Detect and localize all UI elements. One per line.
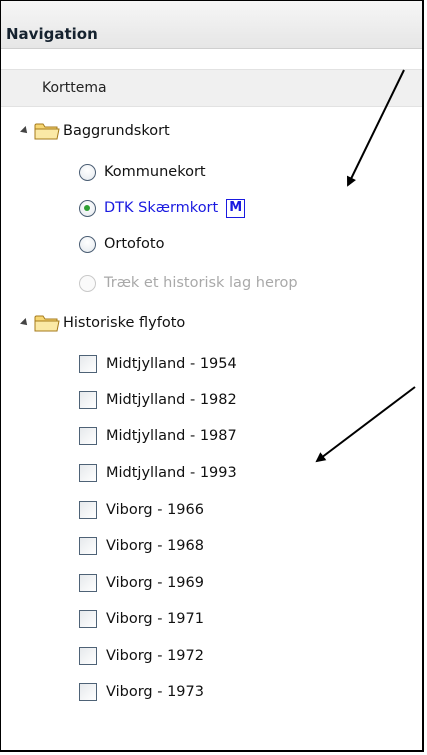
layer-checkbox-row[interactable]: Viborg - 1969 bbox=[79, 571, 204, 595]
checkbox[interactable] bbox=[79, 391, 97, 409]
option-label: Kommunekort bbox=[104, 164, 206, 180]
layer-checkbox-row[interactable]: Midtjylland - 1993 bbox=[79, 461, 237, 485]
layer-label: Midtjylland - 1954 bbox=[106, 356, 237, 372]
checkbox[interactable] bbox=[79, 501, 97, 519]
tree-group-baggrundskort[interactable]: Baggrundskort bbox=[20, 119, 170, 143]
tree-group-historiske-flyfoto[interactable]: Historiske flyfoto bbox=[20, 311, 186, 335]
layer-label: Viborg - 1966 bbox=[106, 502, 204, 518]
panel-header: Navigation bbox=[1, 1, 422, 49]
layer-label: Midtjylland - 1982 bbox=[106, 392, 237, 408]
group-label: Baggrundskort bbox=[63, 123, 170, 139]
layer-checkbox-row[interactable]: Midtjylland - 1954 bbox=[79, 352, 237, 376]
radio-option-ortofoto[interactable]: Ortofoto bbox=[79, 232, 164, 256]
radio-button[interactable] bbox=[79, 235, 96, 253]
checkbox[interactable] bbox=[79, 427, 97, 445]
layer-checkbox-row[interactable]: Midtjylland - 1987 bbox=[79, 424, 237, 448]
section-label: Korttema bbox=[42, 80, 107, 96]
layer-checkbox-row[interactable]: Viborg - 1973 bbox=[79, 680, 204, 704]
layer-label: Viborg - 1972 bbox=[106, 648, 204, 664]
layer-label: Viborg - 1973 bbox=[106, 684, 204, 700]
folder-icon bbox=[34, 315, 60, 332]
option-label: Træk et historisk lag herop bbox=[104, 275, 298, 291]
radio-button-disabled bbox=[79, 274, 96, 292]
checkbox[interactable] bbox=[79, 574, 97, 592]
m-badge-icon[interactable]: M bbox=[226, 198, 246, 218]
option-label: DTK Skærmkort bbox=[104, 200, 219, 216]
radio-button[interactable] bbox=[79, 163, 96, 181]
checkbox[interactable] bbox=[79, 537, 97, 555]
expand-arrow-icon[interactable] bbox=[20, 318, 30, 328]
folder-icon bbox=[34, 123, 60, 140]
layer-label: Midtjylland - 1987 bbox=[106, 428, 237, 444]
section-header-korttema[interactable]: Korttema bbox=[1, 69, 422, 107]
layer-checkbox-row[interactable]: Viborg - 1972 bbox=[79, 644, 204, 668]
layer-checkbox-row[interactable]: Viborg - 1966 bbox=[79, 498, 204, 522]
checkbox[interactable] bbox=[79, 683, 97, 701]
radio-option-kommunekort[interactable]: Kommunekort bbox=[79, 160, 206, 184]
layer-label: Midtjylland - 1993 bbox=[106, 465, 237, 481]
radio-button-selected[interactable] bbox=[79, 199, 96, 217]
layer-label: Viborg - 1968 bbox=[106, 538, 204, 554]
panel-title: Navigation bbox=[6, 25, 98, 43]
group-label: Historiske flyfoto bbox=[63, 315, 186, 331]
layer-checkbox-row[interactable]: Midtjylland - 1982 bbox=[79, 388, 237, 412]
layer-checkbox-row[interactable]: Viborg - 1971 bbox=[79, 607, 204, 631]
checkbox[interactable] bbox=[79, 464, 97, 482]
checkbox[interactable] bbox=[79, 610, 97, 628]
radio-option-dtk-skaermkort[interactable]: DTK Skærmkort M bbox=[79, 196, 246, 220]
layer-checkbox-row[interactable]: Viborg - 1968 bbox=[79, 534, 204, 558]
navigation-panel: Navigation Korttema Baggrundskort Kommun… bbox=[0, 0, 424, 752]
option-label: Ortofoto bbox=[104, 236, 165, 252]
expand-arrow-icon[interactable] bbox=[20, 126, 30, 136]
radio-option-placeholder: Træk et historisk lag herop bbox=[79, 271, 298, 295]
checkbox[interactable] bbox=[79, 647, 97, 665]
checkbox[interactable] bbox=[79, 355, 97, 373]
layer-label: Viborg - 1971 bbox=[106, 611, 204, 627]
layer-label: Viborg - 1969 bbox=[106, 575, 204, 591]
